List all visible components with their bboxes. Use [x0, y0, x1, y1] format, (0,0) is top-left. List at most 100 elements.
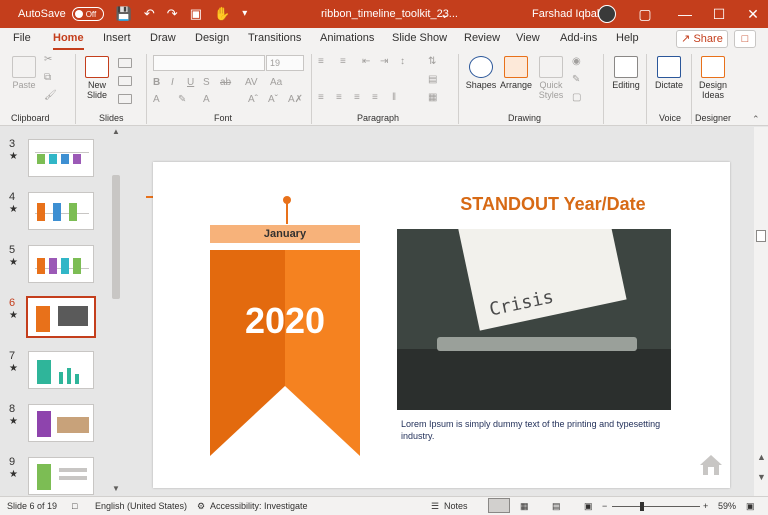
highlight-icon[interactable]: ✎	[178, 94, 186, 105]
shape-effects-icon[interactable]: ▢	[572, 92, 581, 103]
increase-indent-icon[interactable]: ⇥	[380, 56, 388, 67]
tab-home[interactable]: Home	[53, 32, 84, 50]
dictate-button[interactable]: Dictate	[652, 56, 686, 90]
change-case-icon[interactable]: Aa	[270, 77, 282, 88]
numbering-icon[interactable]: ≡	[340, 56, 346, 67]
reset-icon[interactable]	[118, 76, 132, 86]
shapes-button[interactable]: Shapes	[464, 56, 498, 90]
quick-styles-button[interactable]: Quick Styles	[536, 56, 566, 100]
thumbnail-scrollbar[interactable]: ▲ ▼	[110, 127, 122, 496]
cut-icon[interactable]: ✂	[44, 54, 52, 65]
next-slide-icon[interactable]: ▼	[757, 472, 766, 482]
save-icon[interactable]: 💾	[116, 0, 132, 28]
font-color-icon[interactable]: A	[153, 94, 160, 105]
arrange-button[interactable]: Arrange	[498, 56, 534, 90]
zoom-slider-thumb[interactable]	[640, 502, 644, 511]
slide-heading[interactable]: STANDOUT Year/Date	[398, 194, 708, 215]
collapse-ribbon-icon[interactable]: ⌃	[752, 114, 760, 125]
underline-icon[interactable]: U	[187, 77, 194, 88]
slide-thumbnail[interactable]	[28, 139, 94, 177]
banner-year[interactable]: 2020	[210, 300, 360, 342]
section-icon[interactable]	[118, 94, 132, 104]
scroll-up-icon[interactable]: ▲	[112, 127, 120, 136]
design-ideas-button[interactable]: Design Ideas	[696, 56, 730, 100]
tab-animations[interactable]: Animations	[320, 32, 374, 44]
touch-mode-icon[interactable]: ✋	[214, 0, 230, 28]
text-effects-icon[interactable]: A	[203, 94, 210, 105]
clear-format-icon[interactable]: A✗	[288, 94, 303, 105]
share-button[interactable]: ↗ Share	[676, 30, 728, 48]
zoom-slider[interactable]	[612, 506, 700, 507]
font-size-select[interactable]: 19	[266, 55, 304, 71]
accessibility-status[interactable]: Accessibility: Investigate	[210, 501, 308, 511]
avatar[interactable]	[598, 5, 616, 23]
zoom-in-icon[interactable]: +	[703, 501, 708, 511]
paste-button[interactable]: Paste	[10, 56, 38, 90]
char-spacing-icon[interactable]: AV	[245, 77, 258, 88]
minimize-icon[interactable]: —	[668, 0, 702, 28]
layout-icon[interactable]	[118, 58, 132, 68]
notes-button[interactable]: Notes	[444, 501, 468, 511]
smartart-icon[interactable]: ▦	[428, 92, 437, 103]
tab-insert[interactable]: Insert	[103, 32, 131, 44]
zoom-out-icon[interactable]: −	[602, 501, 607, 511]
user-name[interactable]: Farshad Iqbal	[532, 8, 599, 20]
language-indicator[interactable]: English (United States)	[95, 501, 187, 511]
scrollbar-thumb[interactable]	[112, 175, 120, 299]
canvas-scrollbar[interactable]: ▲ ▼	[754, 127, 768, 496]
slideshow-view-icon[interactable]: ▣	[584, 501, 593, 512]
title-dropdown-icon[interactable]: ⌄	[440, 8, 449, 21]
tab-add-ins[interactable]: Add-ins	[560, 32, 597, 44]
slide-thumbnail-active[interactable]	[26, 296, 96, 338]
reading-view-icon[interactable]: ▤	[552, 501, 561, 512]
new-slide-button[interactable]: New Slide	[82, 56, 112, 100]
ribbon-banner[interactable]	[210, 250, 360, 456]
home-icon[interactable]	[699, 454, 723, 476]
align-text-icon[interactable]: ▤	[428, 74, 437, 85]
typewriter-photo[interactable]: Crisis	[397, 229, 671, 410]
undo-icon[interactable]: ↶	[144, 0, 155, 28]
tab-draw[interactable]: Draw	[150, 32, 176, 44]
zoom-level[interactable]: 59%	[718, 501, 736, 511]
previous-slide-icon[interactable]: ▲	[757, 452, 766, 462]
align-left-icon[interactable]: ≡	[318, 92, 324, 103]
slide-thumbnail[interactable]	[28, 192, 94, 230]
decrease-font-icon[interactable]: Aˇ	[268, 94, 278, 105]
decrease-indent-icon[interactable]: ⇤	[362, 56, 370, 67]
slide-thumbnail[interactable]	[28, 404, 94, 442]
present-icon[interactable]: ▣	[190, 0, 202, 28]
tab-review[interactable]: Review	[464, 32, 500, 44]
tab-transitions[interactable]: Transitions	[248, 32, 301, 44]
shape-fill-icon[interactable]: ◉	[572, 56, 581, 67]
fit-to-window-icon[interactable]: ▣	[746, 501, 755, 512]
align-center-icon[interactable]: ≡	[336, 92, 342, 103]
strikethrough-icon[interactable]: ab	[220, 77, 231, 88]
italic-icon[interactable]: I	[171, 77, 174, 88]
comments-button[interactable]: □	[734, 30, 756, 48]
banner-month-label[interactable]: January	[210, 225, 360, 243]
slide[interactable]: January 2020 STANDOUT Year/Date Crisis L…	[153, 162, 730, 488]
bold-icon[interactable]: B	[153, 77, 160, 88]
ribbon-display-icon[interactable]: ▢	[628, 0, 662, 28]
tab-design[interactable]: Design	[195, 32, 229, 44]
shape-outline-icon[interactable]: ✎	[572, 74, 580, 85]
text-direction-icon[interactable]: ⇅	[428, 56, 436, 67]
tab-slide-show[interactable]: Slide Show	[392, 32, 447, 44]
format-painter-icon[interactable]: 🖌	[44, 90, 57, 101]
align-right-icon[interactable]: ≡	[354, 92, 360, 103]
copy-icon[interactable]: ⧉	[44, 72, 51, 83]
increase-font-icon[interactable]: Aˆ	[248, 94, 258, 105]
font-name-select[interactable]	[153, 55, 265, 71]
maximize-icon[interactable]: ☐	[702, 0, 736, 28]
columns-icon[interactable]: ‖	[392, 92, 396, 103]
spell-check-icon[interactable]: □	[72, 501, 77, 511]
tab-help[interactable]: Help	[616, 32, 639, 44]
scrollbar-thumb[interactable]	[756, 230, 766, 242]
redo-icon[interactable]: ↷	[167, 0, 178, 28]
autosave-toggle[interactable]: Off	[71, 7, 104, 21]
slide-sorter-icon[interactable]: ▦	[520, 501, 529, 512]
bullets-icon[interactable]: ≡	[318, 56, 324, 67]
tab-file[interactable]: File	[13, 32, 31, 44]
scroll-down-icon[interactable]: ▼	[112, 484, 120, 493]
slide-caption[interactable]: Lorem Ipsum is simply dummy text of the …	[401, 418, 663, 442]
